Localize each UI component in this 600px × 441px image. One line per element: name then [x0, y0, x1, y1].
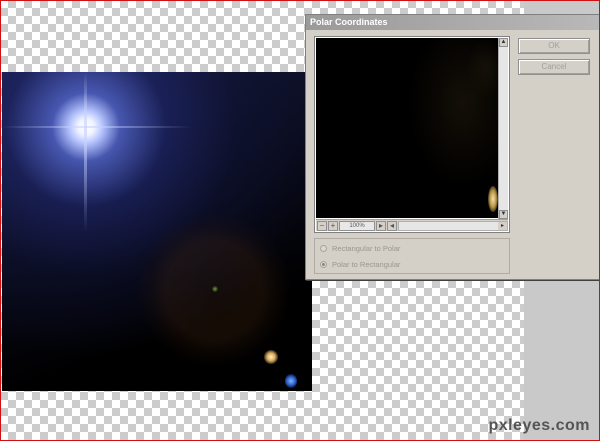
preview-image[interactable] — [316, 38, 499, 218]
option-polar-to-rectangular[interactable]: Polar to Rectangular — [320, 260, 400, 269]
scroll-up-arrow-icon[interactable]: ▲ — [499, 38, 508, 47]
watermark-logo: pxleyes.com — [488, 417, 590, 434]
preview-horizontal-scrollbar[interactable]: ▸ — [398, 220, 508, 231]
option-label: Rectangular to Polar — [332, 244, 401, 253]
ok-button[interactable]: OK — [518, 38, 590, 54]
preview-vertical-scrollbar[interactable]: ▲ ▼ — [498, 38, 508, 219]
flare-green-dot — [212, 286, 218, 292]
radio-selected-icon[interactable] — [320, 261, 327, 268]
scroll-left-arrow-icon[interactable]: ◂ — [387, 220, 397, 231]
flare-gold-spot — [264, 350, 278, 364]
conversion-options-group: Rectangular to Polar Polar to Rectangula… — [314, 238, 510, 274]
dialog-title[interactable]: Polar Coordinates — [306, 15, 599, 30]
radio-icon[interactable] — [320, 245, 327, 252]
scroll-right-arrow-icon[interactable]: ▸ — [376, 220, 386, 231]
flare-blue-spot — [285, 374, 297, 388]
option-rectangular-to-polar[interactable]: Rectangular to Polar — [320, 244, 400, 253]
cancel-button[interactable]: Cancel — [518, 59, 590, 75]
option-label: Polar to Rectangular — [332, 260, 401, 269]
zoom-in-button[interactable]: + — [328, 220, 338, 231]
flare-ray-horizontal — [2, 126, 192, 128]
polar-coordinates-dialog: Polar Coordinates ▲ ▼ − + 100% ▸ ◂ ▸ OK … — [305, 14, 600, 280]
flare-ray-vertical — [84, 72, 87, 232]
scroll-right-end-arrow-icon[interactable]: ▸ — [498, 221, 507, 230]
zoom-out-button[interactable]: − — [317, 220, 327, 231]
preview-flare-spot — [488, 186, 498, 212]
scroll-down-arrow-icon[interactable]: ▼ — [499, 210, 508, 219]
image-canvas[interactable] — [2, 72, 312, 391]
preview-glow — [466, 38, 499, 98]
preview-panel: ▲ ▼ − + 100% ▸ ◂ ▸ — [314, 36, 510, 233]
zoom-level: 100% — [339, 220, 375, 231]
zoom-controls: − + 100% ▸ ◂ ▸ — [316, 219, 508, 231]
